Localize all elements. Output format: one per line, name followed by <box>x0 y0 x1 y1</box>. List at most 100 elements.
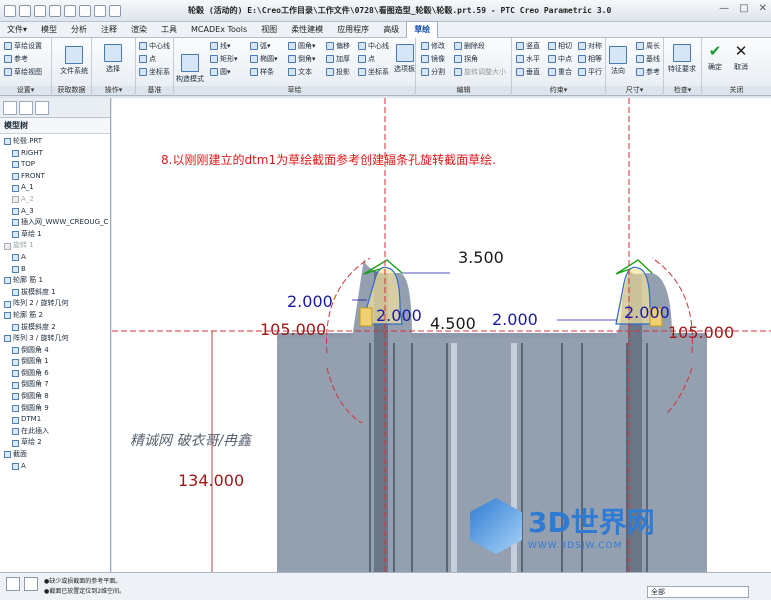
tab-model[interactable]: 模型 <box>34 22 64 38</box>
tree-item[interactable]: 阵列 2 / 旋转几何 <box>0 298 110 310</box>
perpendicular-constraint-button[interactable]: 垂直 <box>516 67 540 77</box>
model-tree-header[interactable]: 模型树 <box>0 118 110 134</box>
tree-item[interactable]: A <box>0 252 110 264</box>
favorites-tab-icon[interactable] <box>35 101 49 115</box>
tab-render[interactable]: 渲染 <box>124 22 154 38</box>
datum-point-button[interactable]: 点 <box>139 54 156 64</box>
dim-105-left[interactable]: 105.000 <box>260 320 326 339</box>
selection-filter[interactable]: 全部 <box>647 586 749 598</box>
midpoint-constraint-button[interactable]: 中点 <box>548 54 572 64</box>
sketch-csys-button[interactable]: 坐标系 <box>358 67 389 77</box>
thicken-button[interactable]: 加厚 <box>326 54 350 64</box>
project-button[interactable]: 投影 <box>326 67 350 77</box>
modify-button[interactable]: 修改 <box>421 41 445 51</box>
tab-tools[interactable]: 工具 <box>154 22 184 38</box>
baseline-button[interactable]: 基线 <box>636 54 660 64</box>
tree-item[interactable]: 倒圆角 6 <box>0 368 110 380</box>
corner-button[interactable]: 拐角 <box>454 54 478 64</box>
tree-item[interactable]: 轮廓 筋 1 <box>0 275 110 287</box>
datum-centerline-button[interactable]: 中心线 <box>139 41 170 51</box>
redo-icon[interactable] <box>64 4 76 17</box>
dim-2-000-left[interactable]: 2.000 <box>287 292 333 311</box>
tree-item[interactable]: 倒圆角 7 <box>0 379 110 391</box>
fillet-button[interactable]: 圆角▾ <box>288 41 316 51</box>
open-file-icon[interactable] <box>19 4 31 17</box>
sketch-centerline-button[interactable]: 中心线 <box>358 41 389 51</box>
cancel-button[interactable]: ✕ 取消 <box>734 42 748 72</box>
ok-button[interactable]: ✔ 确定 <box>708 42 722 72</box>
normal-dimension-button[interactable]: 法向 <box>609 46 627 76</box>
tree-item[interactable]: 草绘 1 <box>0 229 110 241</box>
tree-item[interactable]: 截面 <box>0 449 110 461</box>
horizontal-constraint-button[interactable]: 水平 <box>516 54 540 64</box>
tree-item[interactable]: A_1 <box>0 182 110 194</box>
rectangle-button[interactable]: 矩形▾ <box>210 54 238 64</box>
sketch-view-button[interactable]: 草绘视图 <box>4 67 42 77</box>
tab-flexible-modeling[interactable]: 柔性建模 <box>284 22 330 38</box>
parallel-constraint-button[interactable]: 平行 <box>578 67 602 77</box>
tree-item[interactable]: 旋转 1 <box>0 240 110 252</box>
tree-item[interactable]: A_3 <box>0 206 110 218</box>
tree-item[interactable]: 草绘 2 <box>0 437 110 449</box>
divide-button[interactable]: 分割 <box>421 67 445 77</box>
tree-item[interactable]: FRONT <box>0 171 110 183</box>
tab-applications[interactable]: 应用程序 <box>330 22 376 38</box>
window-icon[interactable] <box>94 4 106 17</box>
dim-2-000-far-right[interactable]: 2.000 <box>624 303 670 322</box>
tree-item[interactable]: A_2 <box>0 194 110 206</box>
file-system-button[interactable]: 文件系统 <box>60 46 88 76</box>
arc-button[interactable]: 弧▾ <box>250 41 271 51</box>
tab-sketch[interactable]: 草绘 <box>406 21 439 38</box>
tree-item[interactable]: DTM1 <box>0 414 110 426</box>
tree-item[interactable]: 拔模斜度 1 <box>0 287 110 299</box>
tree-item[interactable]: 倒圆角 4 <box>0 345 110 357</box>
tree-item[interactable]: 拔模斜度 2 <box>0 322 110 334</box>
visibility-icon[interactable] <box>24 577 38 591</box>
folder-browser-tab-icon[interactable] <box>19 101 33 115</box>
tree-item[interactable]: 在此插入 <box>0 426 110 438</box>
tab-analysis[interactable]: 分析 <box>64 22 94 38</box>
tree-item[interactable]: TOP <box>0 159 110 171</box>
offset-button[interactable]: 偏移 <box>326 41 350 51</box>
tab-file[interactable]: 文件▾ <box>0 22 34 38</box>
maximize-button[interactable]: □ <box>739 3 748 14</box>
graphics-window[interactable]: 8.以刚刚建立的dtm1为草绘截面参考创建辐条孔旋转截面草绘. 3.500 2.… <box>112 98 771 572</box>
delete-segment-button[interactable]: 删除段 <box>454 41 485 51</box>
tree-item[interactable]: 轮毂.PRT <box>0 136 110 148</box>
model-tree-tab-icon[interactable] <box>3 101 17 115</box>
dim-2-000-mid[interactable]: 2.000 <box>376 306 422 325</box>
vertical-constraint-button[interactable]: 竖直 <box>516 41 540 51</box>
tangent-constraint-button[interactable]: 相切 <box>548 41 572 51</box>
dim-134[interactable]: 134.000 <box>178 471 244 490</box>
dim-2-000-right[interactable]: 2.000 <box>492 310 538 329</box>
dim-105-right[interactable]: 105.000 <box>668 323 734 342</box>
tree-item[interactable]: A <box>0 461 110 473</box>
ellipse-button[interactable]: 椭圆▾ <box>250 54 278 64</box>
tab-mcadex-tools[interactable]: MCADEx Tools <box>184 22 254 38</box>
tree-item[interactable]: RIGHT <box>0 148 110 160</box>
mirror-button[interactable]: 镜像 <box>421 54 445 64</box>
tree-item[interactable]: 阵列 3 / 旋转几何 <box>0 333 110 345</box>
minimize-button[interactable]: — <box>719 3 729 14</box>
save-icon[interactable] <box>34 4 46 17</box>
line-button[interactable]: 线▾ <box>210 41 231 51</box>
construction-mode-button[interactable]: 构造模式 <box>176 54 204 84</box>
sketch-setup-button[interactable]: 草绘设置 <box>4 41 42 51</box>
text-button[interactable]: 文本 <box>288 67 312 77</box>
tree-item[interactable]: 倒圆角 9 <box>0 403 110 415</box>
circle-button[interactable]: 圆▾ <box>210 67 231 77</box>
datum-csys-button[interactable]: 坐标系 <box>139 67 170 77</box>
palette-button[interactable]: 选项板 <box>394 44 415 74</box>
tree-item[interactable]: 插入网_WWW_CREOUG_C <box>0 217 110 229</box>
perimeter-button[interactable]: 周长 <box>636 41 660 51</box>
references-button[interactable]: 参考 <box>4 54 28 64</box>
select-button[interactable]: 选择 <box>104 44 122 74</box>
coincident-constraint-button[interactable]: 重合 <box>548 67 572 77</box>
spline-button[interactable]: 样条 <box>250 67 274 77</box>
sketch-point-button[interactable]: 点 <box>358 54 375 64</box>
undo-icon[interactable] <box>49 4 61 17</box>
feature-requirements-button[interactable]: 特征要求 <box>668 44 696 74</box>
dim-3-500[interactable]: 3.500 <box>458 248 504 267</box>
regenerate-icon[interactable] <box>79 4 91 17</box>
tree-item[interactable]: 轮廓 筋 2 <box>0 310 110 322</box>
